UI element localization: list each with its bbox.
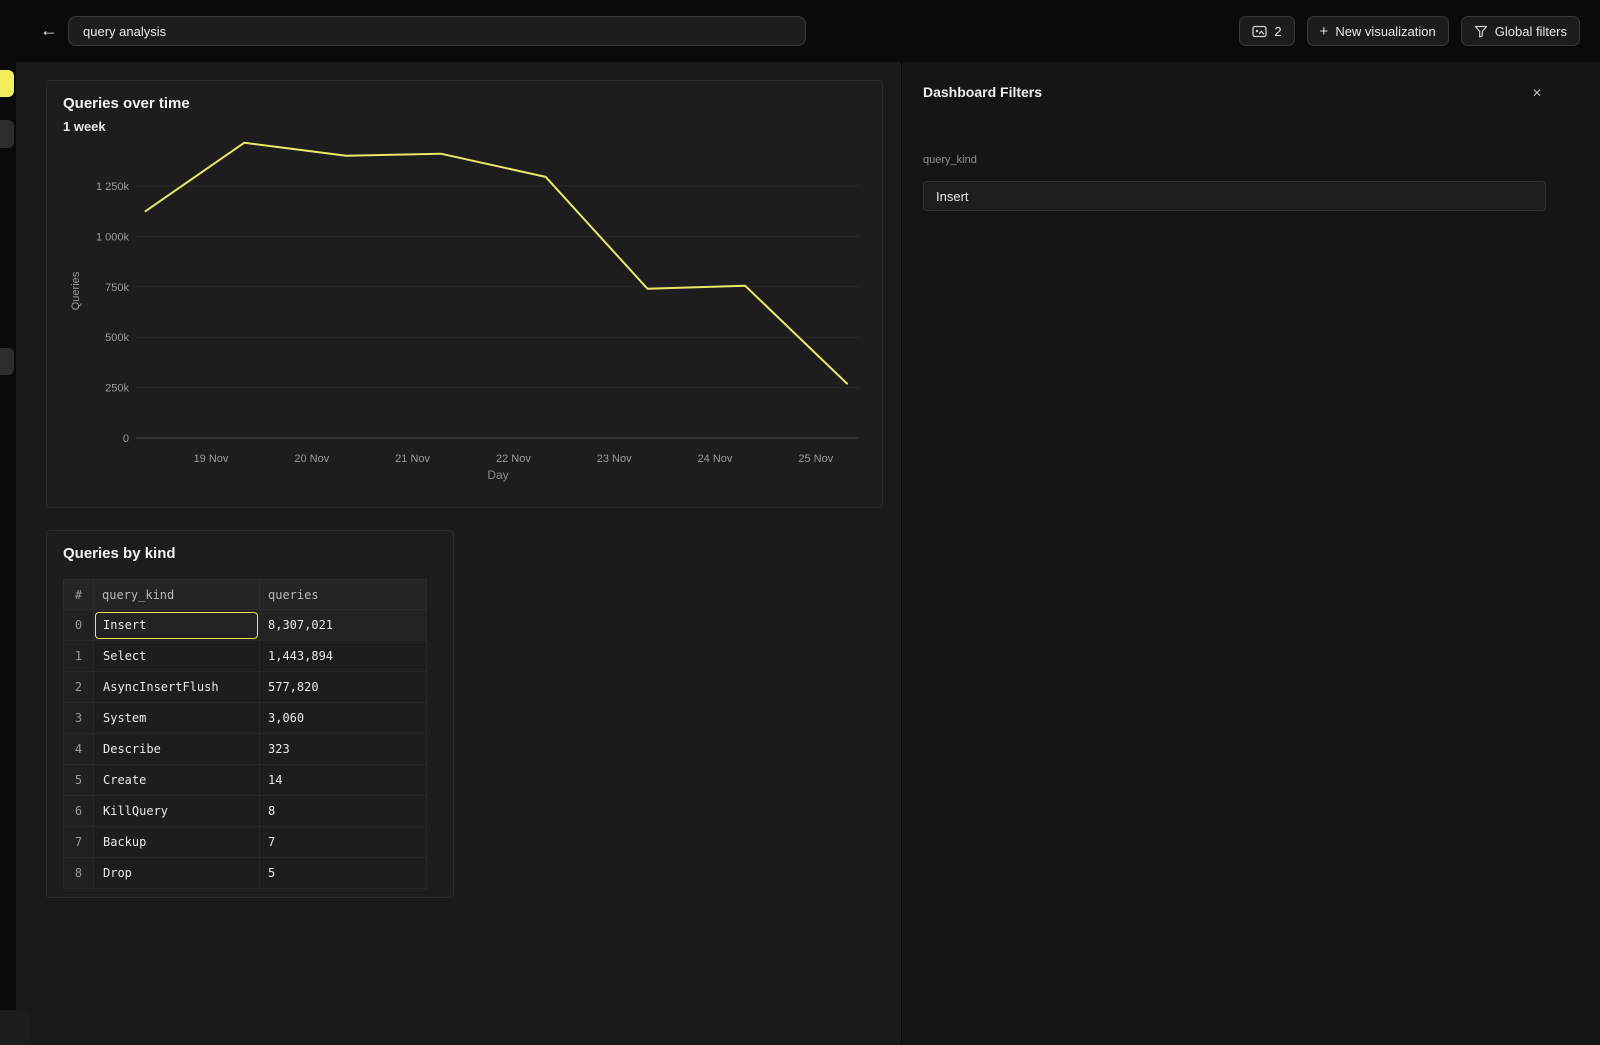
topbar-actions: 2 + New visualization Global filters — [1239, 16, 1580, 46]
column-header-queries[interactable]: queries — [260, 580, 427, 610]
row-index-cell: 2 — [64, 672, 94, 703]
svg-text:23 Nov: 23 Nov — [597, 453, 632, 465]
new-visualization-button[interactable]: + New visualization — [1307, 16, 1449, 46]
back-button[interactable]: ← — [34, 15, 64, 45]
svg-text:21 Nov: 21 Nov — [395, 453, 430, 465]
rail-tab[interactable] — [0, 120, 14, 148]
svg-text:1 000k: 1 000k — [96, 231, 130, 243]
table-row[interactable]: 6KillQuery8 — [64, 796, 427, 827]
dashboard-title-input[interactable] — [68, 16, 806, 46]
filter-funnel-icon — [1474, 25, 1488, 38]
query-kind-cell[interactable]: Create — [94, 765, 260, 796]
svg-text:250k: 250k — [105, 383, 129, 395]
query-kind-cell[interactable]: Backup — [94, 827, 260, 858]
svg-text:Queries: Queries — [70, 271, 82, 310]
table-row[interactable]: 4Describe323 — [64, 734, 427, 765]
panel-icon — [1252, 25, 1267, 38]
close-filters-button[interactable]: ✕ — [1526, 82, 1548, 104]
table-title: Queries by kind — [63, 545, 176, 562]
queries-by-kind-card: Queries by kind #query_kindqueries 0Inse… — [46, 530, 454, 898]
visualization-count-button[interactable]: 2 — [1239, 16, 1294, 46]
queries-cell[interactable]: 8 — [260, 796, 427, 827]
queries-over-time-chart[interactable]: 0 250k 500k 750k 1 000k 1 250k 19 Nov 20 Nov 21 … — [47, 81, 884, 509]
query-kind-cell[interactable]: Describe — [94, 734, 260, 765]
column-header-query_kind[interactable]: query_kind — [94, 580, 260, 610]
main-content: Queries over time 1 week 0250k500k750k1 … — [16, 62, 901, 1045]
query-kind-cell[interactable]: KillQuery — [94, 796, 260, 827]
query-kind-cell[interactable]: Drop — [94, 858, 260, 889]
svg-text:19 Nov: 19 Nov — [194, 453, 229, 465]
new-visualization-label: New visualization — [1335, 24, 1435, 39]
left-rail: ⟳ — [0, 62, 16, 1045]
query-kind-cell[interactable]: System — [94, 703, 260, 734]
row-index-cell: 8 — [64, 858, 94, 889]
table-row[interactable]: 8Drop5 — [64, 858, 427, 889]
close-icon: ✕ — [1532, 86, 1542, 100]
filter-query-kind-input[interactable] — [923, 181, 1546, 211]
dashboard-filters-panel: Dashboard Filters ✕ query_kind — [901, 62, 1600, 1045]
svg-text:500k: 500k — [105, 332, 129, 344]
svg-text:24 Nov: 24 Nov — [698, 453, 733, 465]
queries-cell[interactable]: 577,820 — [260, 672, 427, 703]
top-bar: ← 2 + New visualization Global filters — [0, 0, 1600, 62]
filters-panel-title: Dashboard Filters — [923, 84, 1042, 100]
row-index-cell: 1 — [64, 641, 94, 672]
rail-tab[interactable] — [0, 348, 14, 375]
row-index-cell: 0 — [64, 610, 94, 641]
row-index-cell: 5 — [64, 765, 94, 796]
filter-field-label: query_kind — [923, 154, 977, 166]
queries-cell[interactable]: 14 — [260, 765, 427, 796]
table-row[interactable]: 3System3,060 — [64, 703, 427, 734]
global-filters-button[interactable]: Global filters — [1461, 16, 1580, 46]
svg-text:750k: 750k — [105, 282, 129, 294]
global-filters-label: Global filters — [1495, 24, 1567, 39]
bottom-left-block — [0, 1010, 30, 1045]
table-row[interactable]: 1Select1,443,894 — [64, 641, 427, 672]
svg-text:25 Nov: 25 Nov — [798, 453, 833, 465]
table-row[interactable]: 5Create14 — [64, 765, 427, 796]
svg-text:22 Nov: 22 Nov — [496, 453, 531, 465]
queries-by-kind-table: #query_kindqueries 0Insert8,307,0211Sele… — [63, 579, 427, 889]
row-index-cell: 4 — [64, 734, 94, 765]
queries-cell[interactable]: 7 — [260, 827, 427, 858]
plus-icon: + — [1320, 24, 1329, 39]
query-kind-cell[interactable]: AsyncInsertFlush — [94, 672, 260, 703]
queries-cell[interactable]: 1,443,894 — [260, 641, 427, 672]
svg-text:0: 0 — [123, 433, 129, 445]
queries-cell[interactable]: 8,307,021 — [260, 610, 427, 641]
row-index-cell: 7 — [64, 827, 94, 858]
queries-over-time-card: Queries over time 1 week 0250k500k750k1 … — [46, 80, 883, 508]
table-row[interactable]: 0Insert8,307,021 — [64, 610, 427, 641]
query-kind-cell[interactable]: Insert — [94, 610, 260, 641]
rail-tab-active[interactable] — [0, 70, 14, 97]
back-arrow-icon: ← — [40, 20, 58, 40]
svg-text:20 Nov: 20 Nov — [294, 453, 329, 465]
table-row[interactable]: 2AsyncInsertFlush577,820 — [64, 672, 427, 703]
svg-text:1 250k: 1 250k — [96, 181, 130, 193]
table-header-row: #query_kindqueries — [64, 580, 427, 610]
row-index-cell: 3 — [64, 703, 94, 734]
queries-cell[interactable]: 3,060 — [260, 703, 427, 734]
query-kind-cell[interactable]: Select — [94, 641, 260, 672]
svg-text:Day: Day — [487, 468, 508, 482]
app-root: ← 2 + New visualization Global filters — [0, 0, 1600, 1045]
column-header-index[interactable]: # — [64, 580, 94, 610]
row-index-cell: 6 — [64, 796, 94, 827]
queries-cell[interactable]: 5 — [260, 858, 427, 889]
visualization-count: 2 — [1274, 24, 1281, 39]
table-row[interactable]: 7Backup7 — [64, 827, 427, 858]
queries-cell[interactable]: 323 — [260, 734, 427, 765]
